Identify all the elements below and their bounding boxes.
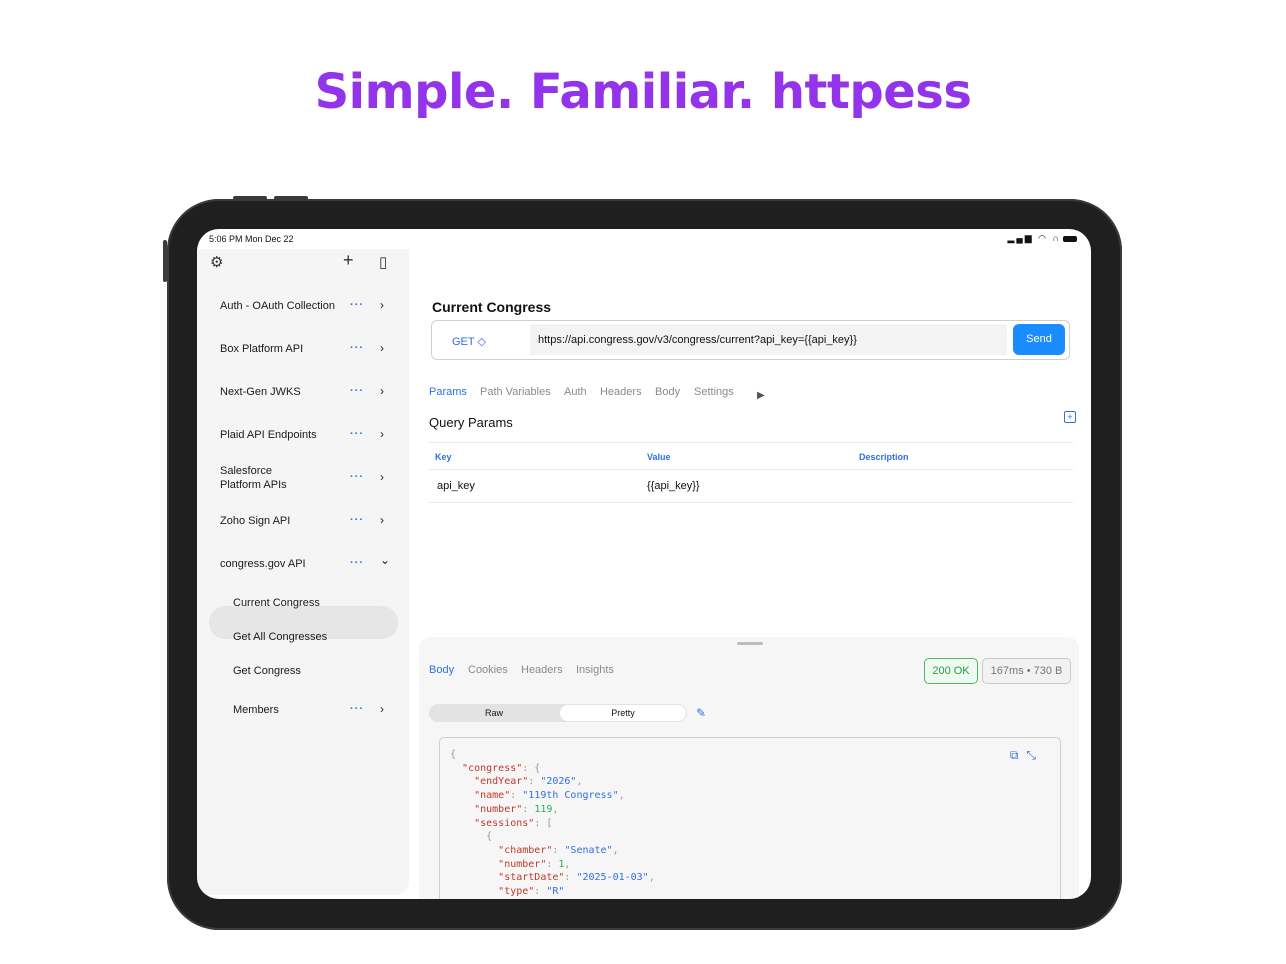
app-screen: 5:06 PM Mon Dec 22 ▂▄▆ ◠ ∩ ⚙ + ▯ Auth - …: [197, 229, 1091, 899]
tab-insights[interactable]: Insights: [576, 664, 614, 676]
more-icon[interactable]: ···: [350, 471, 364, 483]
tab-cookies[interactable]: Cookies: [468, 664, 508, 676]
tab-path-variables[interactable]: Path Variables: [480, 386, 551, 398]
url-text: https://api.congress.gov/v3/congress/cur…: [538, 334, 857, 346]
sidebar-item-label: Auth - OAuth Collection: [220, 300, 335, 312]
more-icon[interactable]: ···: [350, 703, 364, 715]
column-header-description: Description: [859, 452, 909, 462]
more-icon[interactable]: ···: [350, 299, 364, 311]
method-select[interactable]: GET ◇: [452, 335, 486, 348]
resize-handle[interactable]: [737, 642, 763, 645]
request-title: Current Congress: [432, 299, 552, 315]
more-icon[interactable]: ···: [350, 342, 364, 354]
pencil-icon[interactable]: ✎: [696, 706, 706, 720]
table-row[interactable]: api_key {{api_key}}: [429, 469, 1073, 503]
status-bar: 5:06 PM Mon Dec 22 ▂▄▆ ◠ ∩: [197, 229, 1091, 249]
chevron-right-icon[interactable]: ›: [380, 702, 384, 716]
sidebar-item-label: Plaid API Endpoints: [220, 429, 317, 441]
chevron-right-icon[interactable]: ›: [380, 384, 384, 398]
sidebar-request-get-congress[interactable]: Get Congress: [233, 665, 301, 677]
chevron-right-icon[interactable]: ›: [380, 470, 384, 484]
tab-response-headers[interactable]: Headers: [521, 664, 563, 676]
chevron-right-icon[interactable]: ›: [380, 298, 384, 312]
plus-icon[interactable]: +: [343, 250, 354, 271]
sidebar-request-get-all-congresses[interactable]: Get All Congresses: [233, 631, 327, 643]
sidebar-item-label: Zoho Sign API: [220, 515, 291, 527]
tab-params[interactable]: Params: [429, 386, 467, 398]
column-header-key: Key: [435, 452, 452, 462]
chevron-right-icon[interactable]: ›: [380, 513, 384, 527]
more-icon[interactable]: ···: [350, 428, 364, 440]
response-panel: Body Cookies Headers Insights 200 OK 167…: [419, 637, 1079, 899]
param-value-cell[interactable]: {{api_key}}: [647, 480, 700, 492]
sidebar-item-label: Next-Gen JWKS: [220, 386, 301, 398]
response-meta-badge: 167ms • 730 B: [982, 658, 1071, 684]
send-button[interactable]: Send: [1013, 324, 1065, 355]
expand-icon[interactable]: ⤡: [1026, 748, 1044, 762]
chevron-down-icon[interactable]: ⌄: [380, 553, 390, 567]
sidebar-item-label: Members: [233, 704, 279, 716]
sidebar-item-label: Salesforce Platform APIs: [220, 465, 287, 491]
sidebar-item-label: congress.gov API: [220, 558, 306, 570]
url-bar: GET ◇ https://api.congress.gov/v3/congre…: [431, 320, 1070, 360]
sidebar-toolbar: ⚙ + ▯: [197, 249, 409, 279]
tab-auth[interactable]: Auth: [564, 386, 587, 398]
gear-icon[interactable]: ⚙: [210, 253, 223, 271]
view-mode-toggle: Raw Pretty: [429, 704, 687, 722]
column-header-value: Value: [647, 452, 671, 462]
status-icons: ▂▄▆ ◠ ∩: [1007, 233, 1077, 244]
view-mode-raw[interactable]: Raw: [429, 704, 559, 722]
view-mode-pretty[interactable]: Pretty: [560, 705, 686, 721]
response-body-viewer[interactable]: ⧉⤡ { "congress": { "endYear": "2026", "n…: [439, 737, 1061, 899]
sidebar-request-current-congress[interactable]: Current Congress: [233, 597, 320, 609]
status-time: 5:06 PM Mon Dec 22: [209, 234, 294, 244]
response-json: { "congress": { "endYear": "2026", "name…: [450, 749, 655, 898]
battery-icon: [1063, 235, 1077, 242]
pointer-cursor-icon: ▶: [757, 390, 765, 401]
chevron-right-icon[interactable]: ›: [380, 427, 384, 441]
table-header: Key Value Description: [429, 442, 1073, 470]
sidebar-icon[interactable]: ▯: [379, 253, 387, 271]
chevron-right-icon[interactable]: ›: [380, 341, 384, 355]
more-icon[interactable]: ···: [350, 385, 364, 397]
tab-response-body[interactable]: Body: [429, 664, 454, 676]
sidebar-item-label: Box Platform API: [220, 343, 304, 355]
query-params-title: Query Params: [429, 415, 513, 430]
more-icon[interactable]: ···: [350, 514, 364, 526]
tab-settings[interactable]: Settings: [694, 386, 734, 398]
status-badge: 200 OK: [924, 658, 978, 684]
tab-headers[interactable]: Headers: [600, 386, 642, 398]
headline: Simple. Familiar. httpess: [314, 64, 972, 120]
param-key-cell[interactable]: api_key: [437, 480, 475, 492]
sidebar: ⚙ + ▯ Auth - OAuth Collection ··· › Box …: [197, 249, 409, 895]
more-icon[interactable]: ···: [350, 557, 364, 569]
plus-square-icon[interactable]: +: [1064, 411, 1076, 423]
copy-icon[interactable]: ⧉: [1010, 748, 1027, 762]
tab-body[interactable]: Body: [655, 386, 680, 398]
url-input[interactable]: https://api.congress.gov/v3/congress/cur…: [530, 324, 1007, 355]
